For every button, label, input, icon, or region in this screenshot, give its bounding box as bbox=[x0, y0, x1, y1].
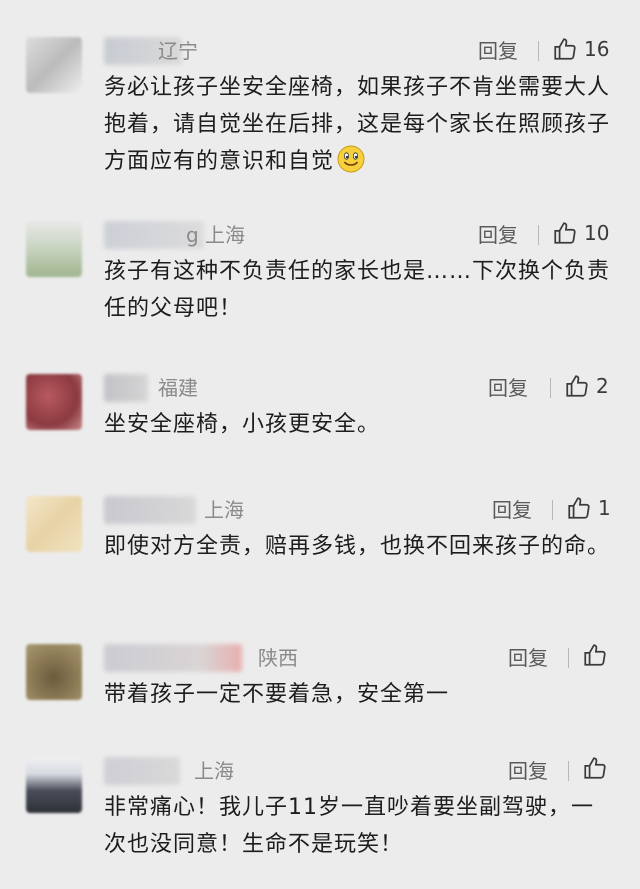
divider bbox=[568, 761, 569, 781]
avatar[interactable] bbox=[26, 757, 82, 813]
username-blurred[interactable] bbox=[104, 644, 242, 672]
like-count: 16 bbox=[584, 37, 610, 61]
avatar[interactable] bbox=[26, 374, 82, 430]
avatar[interactable] bbox=[26, 221, 82, 277]
comment-text: 坐安全座椅，小孩更安全。 bbox=[104, 412, 381, 437]
avatar[interactable] bbox=[26, 496, 82, 552]
reply-button[interactable]: 回复 bbox=[492, 496, 532, 524]
divider bbox=[568, 648, 569, 668]
location-label: 福建 bbox=[158, 376, 198, 400]
like-button[interactable]: 1 bbox=[566, 494, 611, 522]
thumbs-up-icon bbox=[552, 36, 578, 62]
thumbs-up-icon bbox=[566, 495, 592, 521]
reply-button[interactable]: 回复 bbox=[508, 644, 548, 672]
like-button[interactable]: 10 bbox=[552, 219, 609, 247]
divider bbox=[552, 500, 553, 520]
divider bbox=[550, 378, 551, 398]
comment-text: 非常痛心！我儿子11岁一直吵着要坐副驾驶，一次也没同意！生命不是玩笑！ bbox=[104, 795, 594, 857]
reply-button[interactable]: 回复 bbox=[478, 37, 518, 65]
like-count: 2 bbox=[596, 374, 609, 398]
comment-text: 孩子有这种不负责任的家长也是……下次换个负责任的父母吧！ bbox=[104, 259, 611, 321]
location-label: 上海 bbox=[194, 759, 234, 783]
comment-text: 即使对方全责，赔再多钱，也换不回来孩子的命。 bbox=[104, 534, 611, 559]
location-label: 辽宁 bbox=[158, 39, 198, 63]
thumbs-up-icon bbox=[582, 642, 608, 668]
location-label: g 上海 bbox=[186, 223, 246, 247]
comment-text: 务必让孩子坐安全座椅，如果孩子不肯坐需要大人抱着，请自觉坐在后排，这是每个家长在… bbox=[104, 69, 614, 186]
comment-text: 带着孩子一定不要着急，安全第一 bbox=[104, 682, 450, 707]
location-label: 上海 bbox=[204, 498, 244, 522]
avatar[interactable] bbox=[26, 37, 82, 93]
username-blurred[interactable] bbox=[104, 374, 148, 402]
reply-button[interactable]: 回复 bbox=[478, 221, 518, 249]
location-label: 陕西 bbox=[258, 646, 298, 670]
reply-button[interactable]: 回复 bbox=[488, 374, 528, 402]
divider bbox=[538, 41, 539, 61]
like-button[interactable]: 2 bbox=[564, 372, 609, 400]
thumbs-up-icon bbox=[552, 220, 578, 246]
like-count: 10 bbox=[584, 221, 610, 245]
avatar[interactable] bbox=[26, 644, 82, 700]
like-count: 1 bbox=[598, 496, 611, 520]
username-blurred[interactable] bbox=[104, 757, 180, 785]
like-button[interactable] bbox=[582, 755, 614, 781]
thumbs-up-icon bbox=[582, 755, 608, 781]
divider bbox=[538, 225, 539, 245]
like-button[interactable] bbox=[582, 642, 614, 668]
like-button[interactable]: 16 bbox=[552, 35, 609, 63]
username-blurred[interactable] bbox=[104, 496, 196, 524]
smile-emoji-icon bbox=[336, 144, 366, 186]
thumbs-up-icon bbox=[564, 373, 590, 399]
reply-button[interactable]: 回复 bbox=[508, 757, 548, 785]
